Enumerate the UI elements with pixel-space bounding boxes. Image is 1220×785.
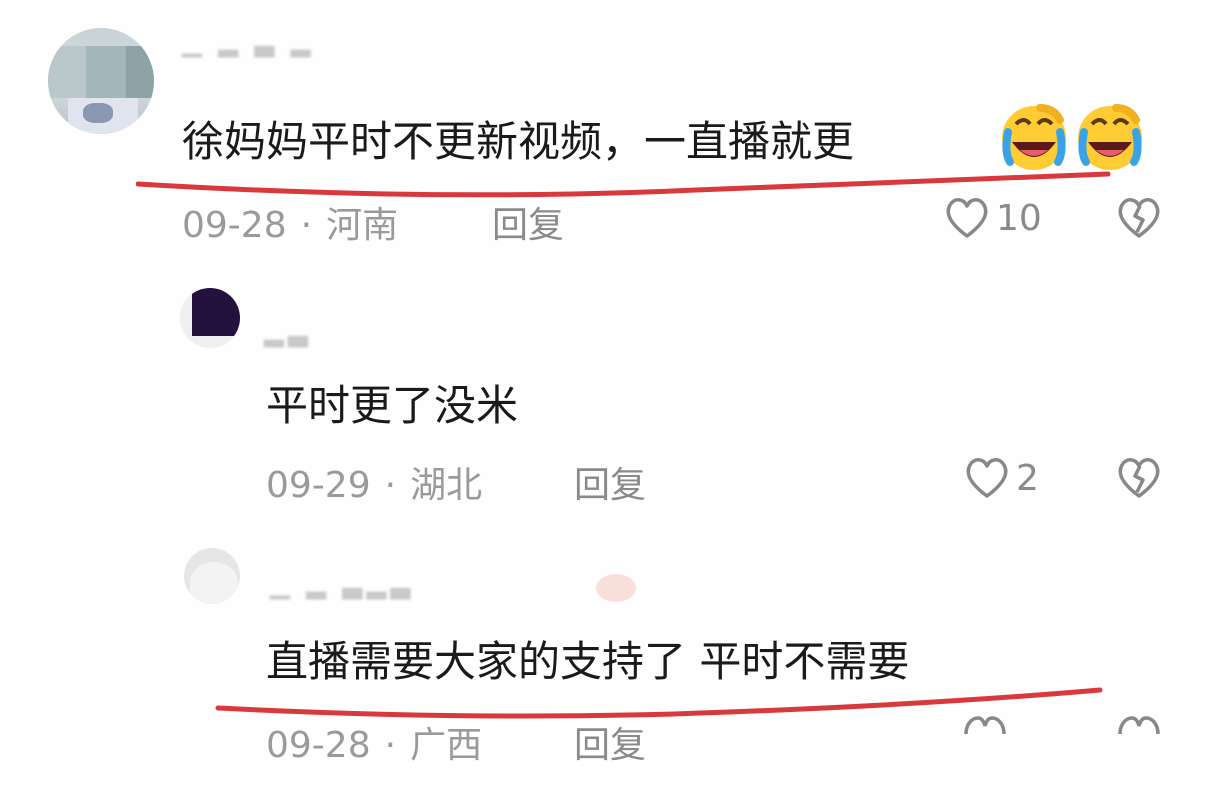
username-blurred[interactable]: ▁ ▂ ▃ ▂ [182,28,315,58]
like-button[interactable]: 2 [964,456,1039,500]
avatar[interactable] [48,28,154,134]
comment-3: ▁ ▂ ▃▂▃ 直播需要大家的支持了 平时不需要 09-28 · 广西 回复 [0,530,1220,785]
comment-location: 广西 [410,725,483,766]
comment-date: 09-28 [266,725,371,766]
broken-heart-icon[interactable] [1116,714,1162,734]
heart-icon [946,198,988,238]
comment-location: 河南 [326,205,399,246]
avatar[interactable] [180,288,240,348]
like-count: 10 [996,197,1042,239]
username-blurred[interactable]: ▁ ▂ ▃▂▃ [270,570,415,600]
comment-text: 直播需要大家的支持了 平时不需要 [266,637,910,686]
comment-location: 湖北 [410,465,483,506]
reply-button[interactable]: 回复 [574,456,646,508]
comment-text: 平时更了没米 [266,381,519,430]
comment-meta: 09-29 · 湖北 [266,465,483,506]
laughing-crying-emoji-icon [1078,104,1142,170]
comment-2: ▂▃ 平时更了没米 09-29 · 湖北 回复 2 [0,260,1220,530]
comment-meta: 09-28 · 广西 [266,725,483,766]
like-button[interactable]: 10 [944,196,1042,240]
laughing-crying-emoji-icon [1002,104,1066,170]
avatar[interactable] [184,548,240,604]
broken-heart-icon[interactable] [1116,456,1162,500]
username-blurred[interactable]: ▂▃ [264,318,312,348]
pig-badge-icon [596,574,636,602]
comment-text: 徐妈妈平时不更新视频，一直播就更 [182,117,855,166]
comment-1: ▁ ▂ ▃ ▂ 徐妈妈平时不更新视频，一直播就更 09-28 · 河南 回复 1… [0,0,1220,260]
comment-date: 09-28 [182,205,287,246]
reply-button[interactable]: 回复 [492,196,564,248]
heart-icon[interactable] [962,714,1008,734]
reply-button[interactable]: 回复 [574,716,646,768]
like-count: 2 [1016,457,1039,499]
broken-heart-icon[interactable] [1116,196,1162,240]
comment-thread: ▁ ▂ ▃ ▂ 徐妈妈平时不更新视频，一直播就更 09-28 · 河南 回复 1… [0,0,1220,785]
heart-icon [966,458,1008,498]
comment-date: 09-29 [266,465,371,506]
comment-meta: 09-28 · 河南 [182,205,399,246]
